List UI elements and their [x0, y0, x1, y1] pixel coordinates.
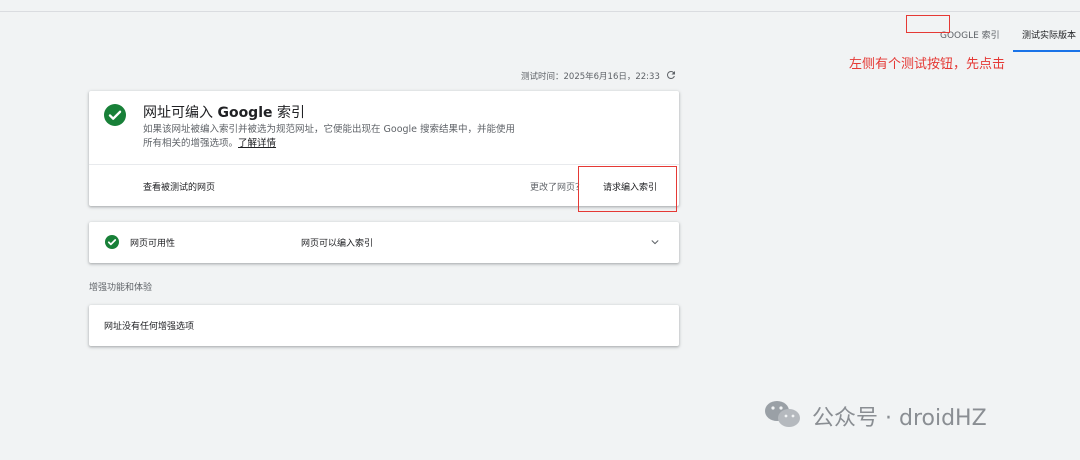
- annotation-text: 左侧有个测试按钮，先点击: [849, 57, 1006, 72]
- refresh-icon[interactable]: [665, 69, 677, 81]
- header-divider: [0, 11, 1080, 12]
- page-changed-text: 更改了网页？: [530, 183, 585, 193]
- availability-check-icon: [105, 235, 119, 249]
- enhancements-section-label: 增强功能和体验: [89, 283, 153, 293]
- learn-more-link[interactable]: 了解详情: [238, 138, 276, 149]
- status-description: 如果该网址被编入索引并被选为规范网址，它便能出现在 Google 搜索结果中，并…: [143, 123, 521, 151]
- availability-value: 网页可以编入索引: [301, 239, 374, 249]
- view-tested-page-button[interactable]: 查看被测试的网页: [143, 180, 215, 193]
- test-time: 测试时间：2025年6月16日，22:33: [521, 72, 660, 82]
- tab-live-test[interactable]: 测试实际版本: [1022, 28, 1076, 41]
- card-divider: [89, 164, 679, 165]
- chevron-down-icon[interactable]: [650, 237, 660, 247]
- status-title-prefix: 网址可编入: [143, 105, 213, 121]
- request-indexing-highlight-box: [578, 166, 677, 212]
- no-enhancements-text: 网址没有任何增强选项: [104, 322, 195, 332]
- active-tab-indicator: [1013, 50, 1080, 52]
- status-title: 网址可编入 Google 索引: [143, 102, 305, 122]
- check-circle-icon: [104, 104, 126, 126]
- annotation-highlight-box: [906, 15, 950, 33]
- availability-label: 网页可用性: [130, 239, 176, 249]
- status-title-brand: Google: [217, 105, 273, 121]
- watermark-text: 公众号 · droidHZ: [812, 406, 987, 431]
- wechat-icon: [765, 401, 800, 427]
- status-description-text: 如果该网址被编入索引并被选为规范网址，它便能出现在 Google 搜索结果中，并…: [143, 124, 516, 149]
- status-title-suffix: 索引: [276, 105, 305, 121]
- page-availability-row[interactable]: [89, 222, 679, 263]
